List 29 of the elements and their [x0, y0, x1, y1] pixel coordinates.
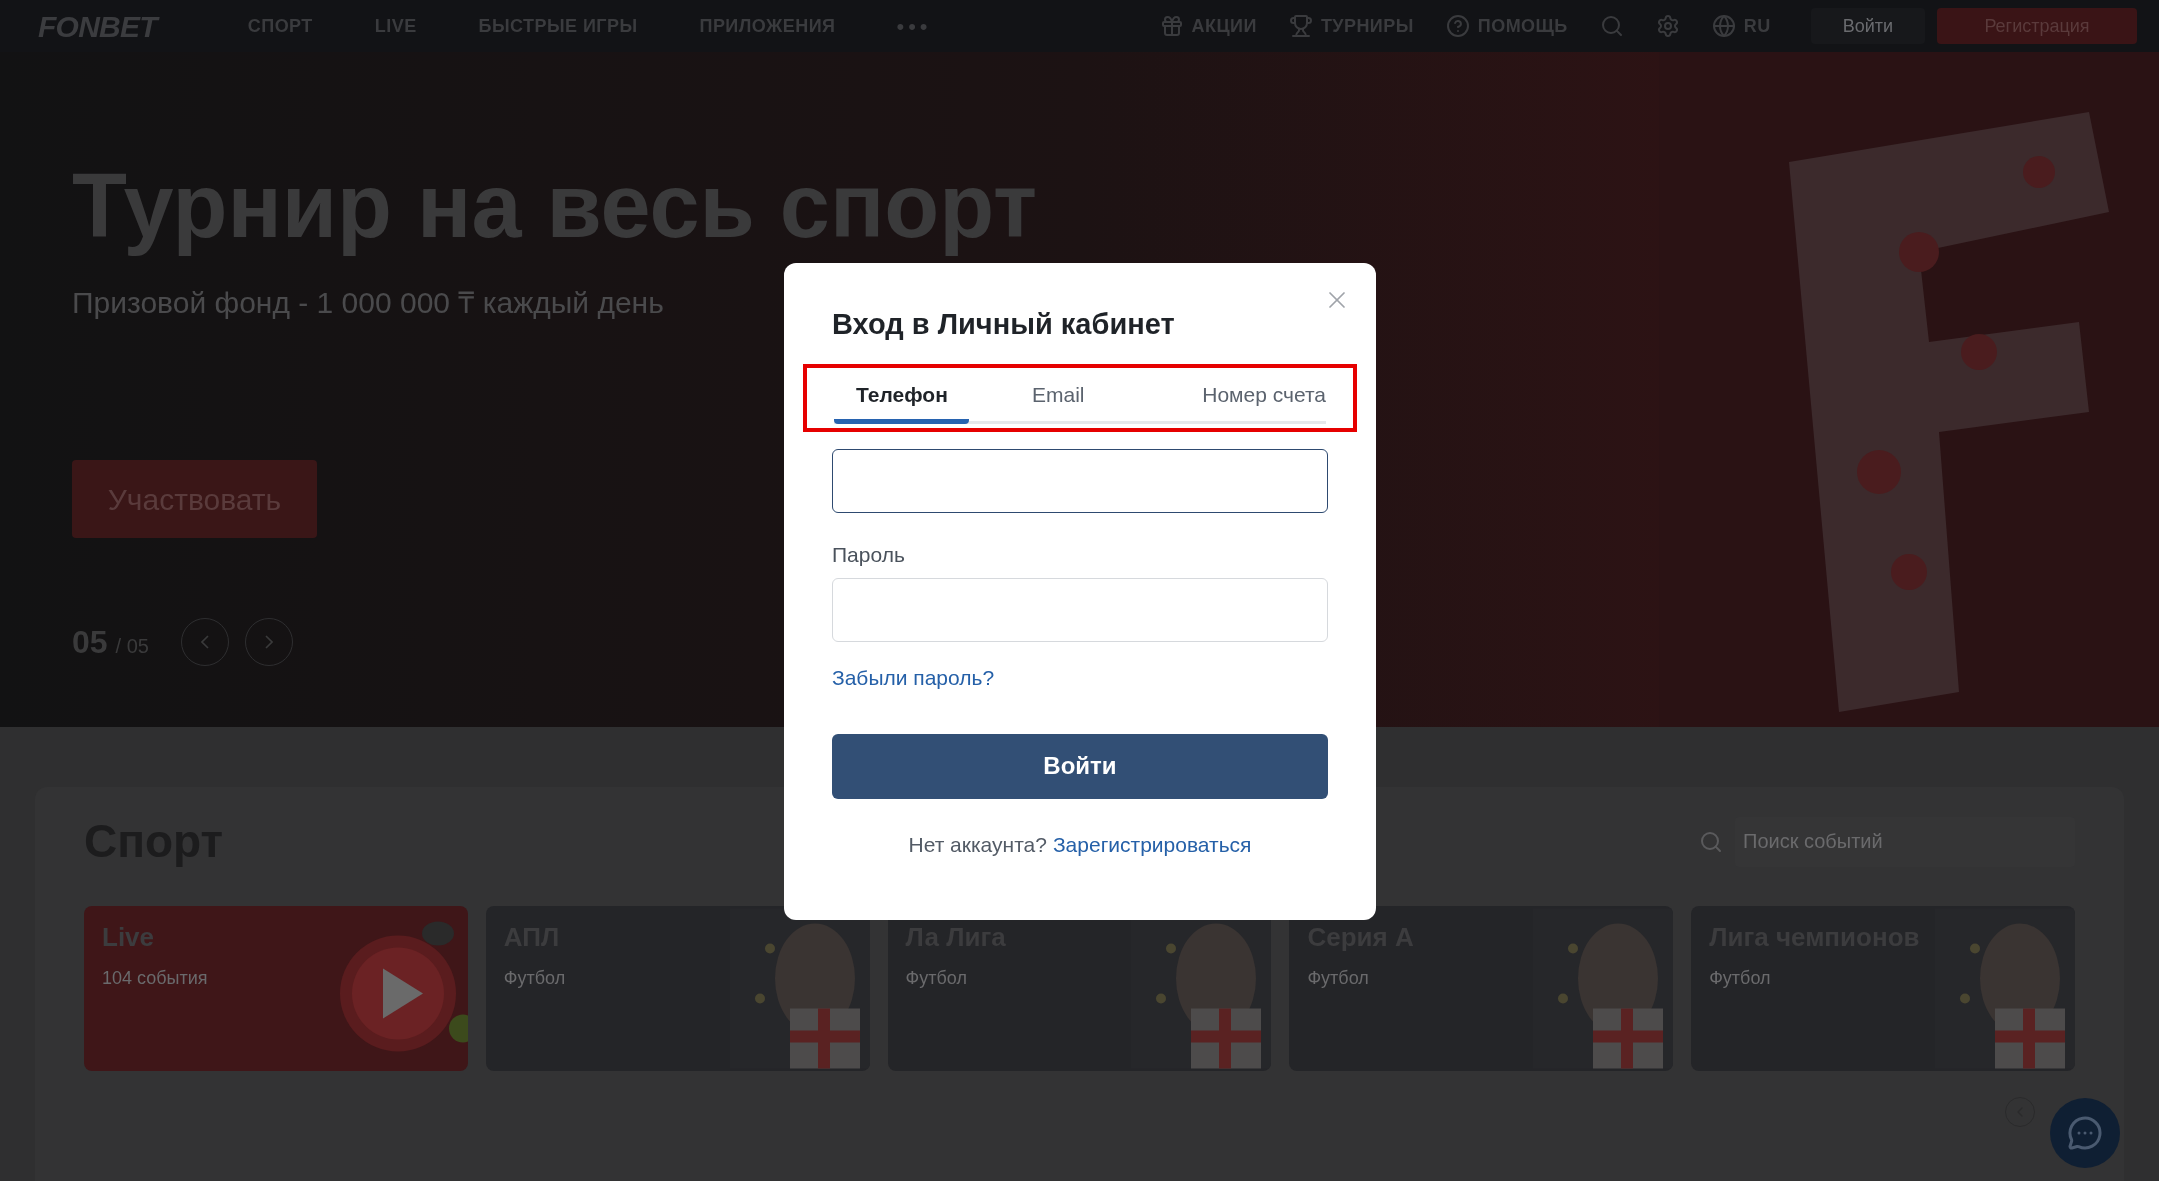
chat-icon [2067, 1115, 2103, 1151]
card-subtitle: 104 события [102, 967, 209, 990]
card-subtitle: Футбол [905, 967, 968, 990]
footer-text: Нет аккаунта? [908, 831, 1047, 858]
card-subtitle: Футбол [1709, 967, 1772, 990]
search-icon[interactable] [1599, 14, 1624, 38]
login-tab[interactable]: Телефон [834, 371, 969, 424]
card-subtitle: Футбол [503, 967, 567, 990]
dialog-title: Вход в Личный кабинет [832, 307, 1176, 342]
login-button[interactable]: Войти [1810, 8, 1925, 44]
field-label: Пароль [832, 541, 906, 568]
chevron-left-icon [200, 635, 209, 649]
card-subtitle: Футбол [1307, 967, 1370, 990]
more-menu[interactable]: ••• [896, 9, 932, 43]
register-link[interactable]: Зарегистрироваться [1052, 828, 1252, 860]
trophy-icon [1288, 14, 1313, 38]
hero-subtitle: Призовой фонд - 1 000 000 ₸ каждый день [72, 285, 664, 321]
phone-field[interactable] [832, 448, 1328, 513]
login-tab[interactable]: Email [969, 371, 1148, 424]
chevron-right-icon [264, 635, 273, 649]
gift-icon [1159, 14, 1184, 38]
password-field[interactable] [832, 578, 1328, 642]
globe-icon [1711, 14, 1736, 38]
settings-icon[interactable] [1655, 14, 1680, 38]
help-icon [1445, 14, 1470, 38]
submit-button[interactable]: Войти [832, 733, 1328, 799]
search-icon [1699, 829, 1723, 854]
login-tab[interactable]: Номер счета [1147, 371, 1326, 424]
forgot-password-link[interactable]: Забыли пароль? [832, 666, 995, 689]
